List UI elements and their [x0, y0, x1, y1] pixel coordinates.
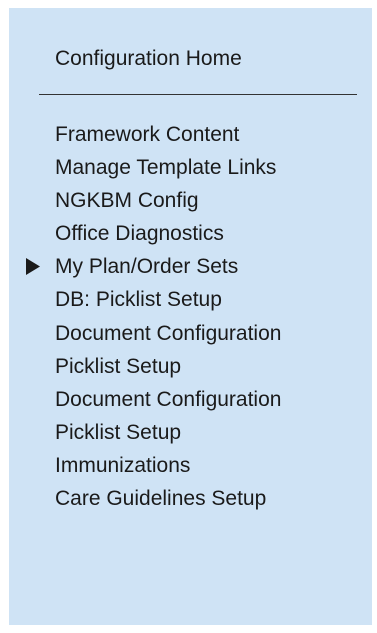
nav-item-label: Office Diagnostics — [55, 222, 224, 246]
nav-item-document-configuration[interactable]: Document Configuration — [9, 317, 372, 350]
nav-item-label: Document Configuration — [55, 321, 282, 345]
nav-item-ngkbm-config[interactable]: NGKBM Config — [9, 184, 372, 217]
nav-menu-list: Framework Content Manage Template Links … — [9, 118, 372, 515]
nav-item-label: DB: Picklist Setup — [55, 288, 222, 312]
nav-item-care-guidelines-setup[interactable]: Care Guidelines Setup — [9, 482, 372, 515]
nav-item-immunizations[interactable]: Immunizations — [9, 449, 372, 482]
nav-item-label: Care Guidelines Setup — [55, 487, 267, 511]
nav-item-db-picklist-setup[interactable]: DB: Picklist Setup — [9, 283, 372, 316]
nav-item-label: Document Configuration — [55, 387, 282, 411]
nav-item-label: Picklist Setup — [55, 420, 182, 444]
nav-item-framework-content[interactable]: Framework Content — [9, 118, 372, 151]
nav-item-picklist-setup[interactable]: Picklist Setup — [9, 350, 372, 383]
nav-item-label: NGKBM Config — [55, 189, 199, 213]
nav-item-label: Framework Content — [55, 123, 240, 146]
nav-item-label: My Plan/Order Sets — [55, 255, 239, 279]
nav-item-my-plan-order-sets[interactable]: My Plan/Order Sets — [9, 250, 372, 283]
nav-item-picklist-setup-2[interactable]: Picklist Setup — [9, 416, 372, 449]
nav-item-office-diagnostics[interactable]: Office Diagnostics — [9, 217, 372, 250]
nav-divider — [39, 94, 357, 95]
nav-item-document-configuration-2[interactable]: Document Configuration — [9, 383, 372, 416]
nav-item-label: Immunizations — [55, 453, 191, 477]
nav-item-label: Manage Template Links — [55, 156, 277, 180]
configuration-nav-panel: Configuration Home Framework Content Man… — [9, 8, 372, 625]
play-triangle-icon — [26, 250, 40, 283]
configuration-home-link[interactable]: Configuration Home — [55, 47, 242, 71]
nav-item-label: Picklist Setup — [55, 354, 182, 378]
nav-item-manage-template-links[interactable]: Manage Template Links — [9, 151, 372, 184]
